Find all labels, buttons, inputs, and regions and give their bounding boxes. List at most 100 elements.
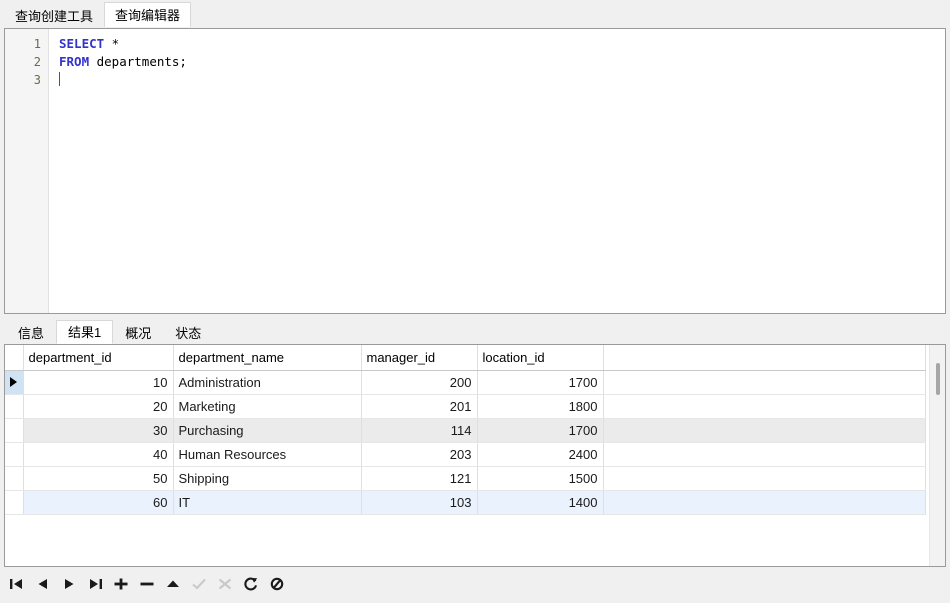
table-row[interactable]: 10 Administration 200 1700 <box>5 370 926 395</box>
stop-icon <box>270 577 284 591</box>
line-number: 2 <box>33 55 41 69</box>
first-record-icon <box>10 579 22 589</box>
table-row[interactable]: 60 IT 103 1400 <box>5 490 926 515</box>
grid-header-row: department_id department_name manager_id… <box>5 345 926 371</box>
result-grid-panel: department_id department_name manager_id… <box>4 344 946 567</box>
apply-changes-icon <box>192 578 206 590</box>
cell-filler <box>603 490 926 515</box>
cell-location-id[interactable]: 1500 <box>477 466 604 491</box>
apply-changes-button[interactable] <box>186 571 212 597</box>
cell-department-name[interactable]: Administration <box>173 370 362 395</box>
result-tab-strip: 信息 结果1 概况 状态 <box>0 318 950 344</box>
result-grid[interactable]: department_id department_name manager_id… <box>5 345 926 515</box>
sql-keyword: SELECT <box>59 36 105 51</box>
editor-tab-strip: 查询创建工具 查询编辑器 <box>0 0 950 28</box>
code-line <box>59 71 945 89</box>
cell-manager-id[interactable]: 121 <box>361 466 478 491</box>
cell-manager-id[interactable]: 200 <box>361 370 478 395</box>
table-row[interactable]: 30 Purchasing 114 1700 <box>5 418 926 443</box>
tab-query-builder[interactable]: 查询创建工具 <box>4 4 105 28</box>
cell-department-id[interactable]: 50 <box>23 466 174 491</box>
next-record-icon <box>65 579 74 589</box>
cell-department-id[interactable]: 40 <box>23 442 174 467</box>
column-header-department-name[interactable]: department_name <box>173 345 362 371</box>
table-row[interactable]: 40 Human Resources 203 2400 <box>5 442 926 467</box>
edit-record-icon <box>167 580 179 587</box>
add-record-icon <box>114 578 128 590</box>
cell-location-id[interactable]: 2400 <box>477 442 604 467</box>
line-number: 1 <box>33 37 41 51</box>
cell-department-name[interactable]: IT <box>173 490 362 515</box>
cell-location-id[interactable]: 1700 <box>477 418 604 443</box>
cell-department-id[interactable]: 30 <box>23 418 174 443</box>
sql-code-area[interactable]: SELECT * FROM departments; <box>49 29 945 313</box>
add-record-button[interactable] <box>108 571 134 597</box>
cell-department-name[interactable]: Purchasing <box>173 418 362 443</box>
tab-info[interactable]: 信息 <box>6 322 57 344</box>
first-record-button[interactable] <box>4 571 30 597</box>
previous-record-button[interactable] <box>30 571 56 597</box>
cell-manager-id[interactable]: 203 <box>361 442 478 467</box>
cell-filler <box>603 370 926 395</box>
column-header-manager-id[interactable]: manager_id <box>361 345 478 371</box>
column-header-department-id[interactable]: department_id <box>23 345 174 371</box>
row-marker[interactable] <box>5 394 24 419</box>
last-record-icon <box>90 579 102 589</box>
cell-filler <box>603 418 926 443</box>
code-line: SELECT * <box>59 35 945 53</box>
row-marker-header <box>5 345 24 371</box>
grid-scrollbar-thumb[interactable] <box>936 363 940 395</box>
text-caret <box>59 72 60 86</box>
cell-department-id[interactable]: 60 <box>23 490 174 515</box>
grid-vertical-scrollbar[interactable] <box>929 345 945 566</box>
cell-filler <box>603 466 926 491</box>
cell-location-id[interactable]: 1400 <box>477 490 604 515</box>
table-row[interactable]: 20 Marketing 201 1800 <box>5 394 926 419</box>
column-header-location-id[interactable]: location_id <box>477 345 604 371</box>
cell-manager-id[interactable]: 114 <box>361 418 478 443</box>
cell-department-name[interactable]: Shipping <box>173 466 362 491</box>
discard-changes-button[interactable] <box>212 571 238 597</box>
row-marker-current[interactable] <box>5 370 24 395</box>
sql-query-window: 查询创建工具 查询编辑器 1 2 3 SELECT * FROM departm… <box>0 0 950 603</box>
row-marker[interactable] <box>5 442 24 467</box>
sql-editor-panel[interactable]: 1 2 3 SELECT * FROM departments; <box>4 28 946 314</box>
refresh-button[interactable] <box>238 571 264 597</box>
grid-body: 10 Administration 200 1700 20 Marketing … <box>5 370 926 515</box>
tab-query-editor[interactable]: 查询编辑器 <box>104 2 192 28</box>
delete-record-button[interactable] <box>134 571 160 597</box>
last-record-button[interactable] <box>82 571 108 597</box>
delete-record-icon <box>140 582 154 586</box>
cell-department-id[interactable]: 10 <box>23 370 174 395</box>
sql-keyword: FROM <box>59 54 90 69</box>
cell-filler <box>603 442 926 467</box>
cell-filler <box>603 394 926 419</box>
sql-text: * <box>104 36 120 51</box>
cell-department-id[interactable]: 20 <box>23 394 174 419</box>
previous-record-icon <box>38 579 47 589</box>
code-line: FROM departments; <box>59 53 945 71</box>
tab-profile[interactable]: 概况 <box>113 322 164 344</box>
stop-button[interactable] <box>264 571 290 597</box>
line-number-gutter: 1 2 3 <box>5 29 49 313</box>
refresh-icon <box>244 577 258 591</box>
cell-manager-id[interactable]: 103 <box>361 490 478 515</box>
edit-record-button[interactable] <box>160 571 186 597</box>
tab-result1[interactable]: 结果1 <box>56 320 114 344</box>
cell-manager-id[interactable]: 201 <box>361 394 478 419</box>
cell-location-id[interactable]: 1700 <box>477 370 604 395</box>
current-row-arrow-icon <box>10 377 18 387</box>
cell-location-id[interactable]: 1800 <box>477 394 604 419</box>
cell-department-name[interactable]: Marketing <box>173 394 362 419</box>
discard-changes-icon <box>218 578 232 590</box>
next-record-button[interactable] <box>56 571 82 597</box>
row-marker[interactable] <box>5 418 24 443</box>
table-row[interactable]: 50 Shipping 121 1500 <box>5 466 926 491</box>
line-number: 3 <box>33 73 41 87</box>
tab-status[interactable]: 状态 <box>163 322 214 344</box>
row-marker[interactable] <box>5 466 24 491</box>
cell-department-name[interactable]: Human Resources <box>173 442 362 467</box>
sql-text: departments; <box>89 54 187 69</box>
row-marker[interactable] <box>5 490 24 515</box>
column-header-filler <box>603 345 926 371</box>
